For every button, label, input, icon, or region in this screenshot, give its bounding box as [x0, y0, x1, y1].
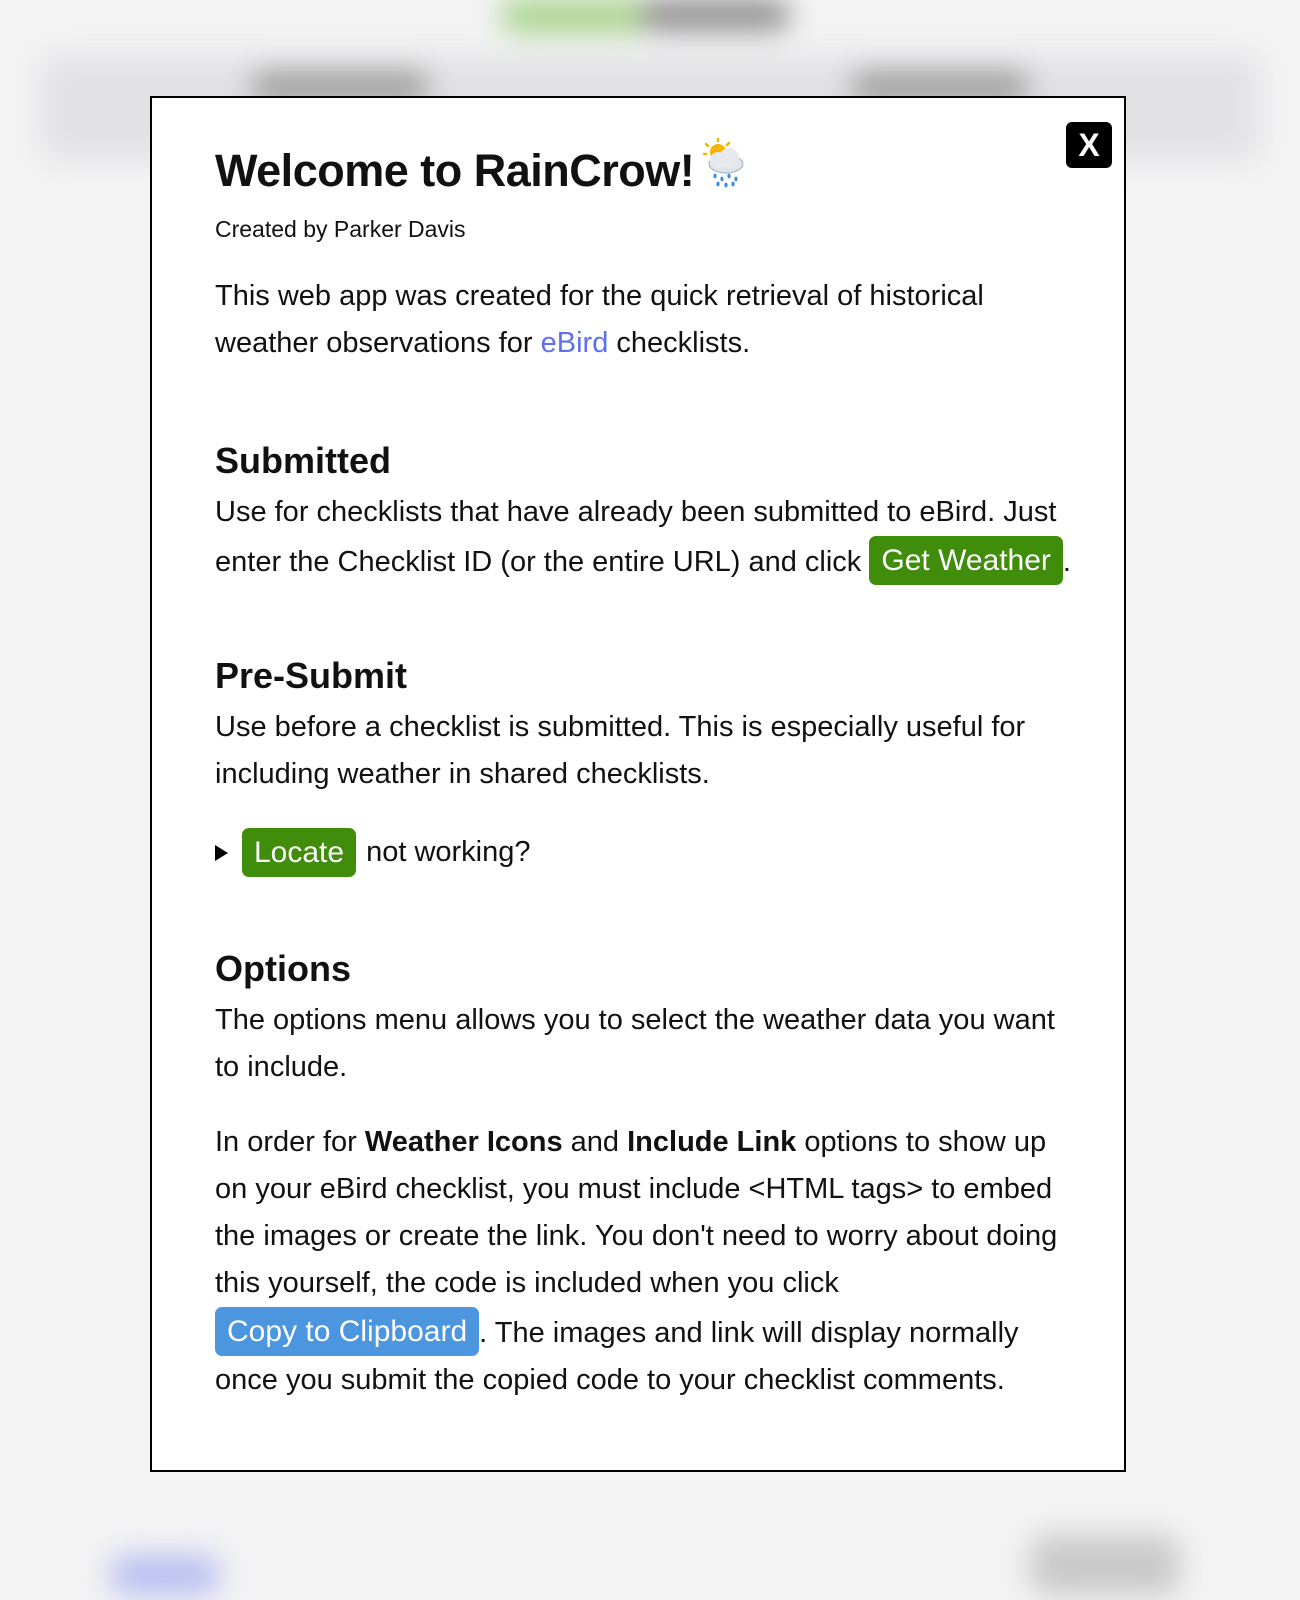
welcome-modal: X Welcome to RainCrow! Created by Parker… — [150, 96, 1126, 1472]
ebird-link[interactable]: eBird — [541, 327, 609, 359]
disclosure-label[interactable]: not working? — [366, 836, 530, 869]
cloud-with-rain-and-sun-icon — [700, 137, 748, 201]
options-html-paragraph: In order for Weather Icons and Include L… — [215, 1119, 1075, 1404]
locate-help-disclosure[interactable]: Locate not working? — [215, 828, 1075, 877]
modal-title: Welcome to RainCrow! — [215, 137, 1075, 201]
submitted-heading: Submitted — [215, 440, 391, 481]
modal-content[interactable]: Welcome to RainCrow! Created by Parker D… — [215, 137, 1075, 1404]
options-description: The options menu allows you to select th… — [215, 1004, 1055, 1083]
background-bottom-shape — [110, 1555, 220, 1595]
intro-text-end: checklists. — [608, 327, 751, 359]
get-weather-button[interactable]: Get Weather — [869, 536, 1063, 585]
options-text-b: and — [562, 1126, 628, 1158]
submitted-description: Use for checklists that have already bee… — [215, 489, 1075, 586]
weather-icons-term: Weather Icons — [364, 1126, 563, 1158]
options-heading: Options — [215, 948, 351, 989]
disclosure-triangle-icon[interactable] — [215, 844, 228, 861]
options-text-a: In order for — [215, 1126, 365, 1158]
presubmit-heading: Pre-Submit — [215, 655, 408, 696]
background-gray-shape — [640, 0, 790, 30]
author-credit: Created by Parker Davis — [215, 216, 466, 242]
intro-paragraph: This web app was created for the quick r… — [215, 273, 1075, 367]
submitted-period: . — [1062, 546, 1071, 578]
presubmit-description: Use before a checklist is submitted. Thi… — [215, 711, 1026, 790]
copy-to-clipboard-button[interactable]: Copy to Clipboard — [215, 1307, 480, 1356]
include-link-term: Include Link — [627, 1126, 797, 1158]
background-green-shape — [500, 0, 650, 32]
background-bottom-shape — [1030, 1535, 1180, 1595]
locate-button[interactable]: Locate — [242, 828, 357, 877]
title-text: Welcome to RainCrow! — [215, 145, 695, 196]
